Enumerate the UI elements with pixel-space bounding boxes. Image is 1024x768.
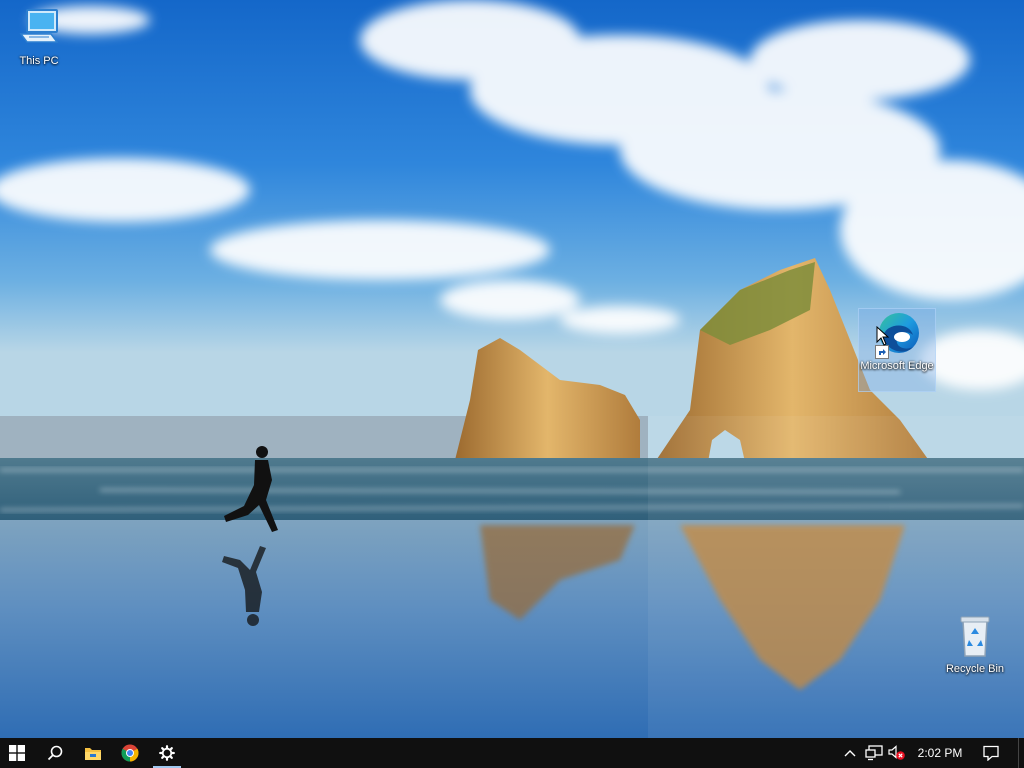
desktop[interactable]: This PC Microsoft Edge Recycle Bin <box>0 0 1024 738</box>
chrome-icon <box>121 744 139 762</box>
desktop-icon-recycle-bin[interactable]: Recycle Bin <box>937 612 1013 676</box>
file-explorer-button[interactable] <box>75 738 111 768</box>
desktop-icon-label: Microsoft Edge <box>860 360 934 372</box>
network-icon <box>865 745 883 761</box>
show-desktop-button[interactable] <box>1018 738 1024 768</box>
action-center-button[interactable] <box>978 738 1004 768</box>
search-button[interactable] <box>37 738 73 768</box>
folder-icon <box>85 747 101 760</box>
shortcut-arrow-icon <box>875 345 889 359</box>
taskbar-clock[interactable]: 2:02 PM <box>912 738 968 768</box>
gear-icon <box>159 745 175 761</box>
windows-logo-icon <box>9 745 25 761</box>
mouse-cursor <box>876 326 890 346</box>
taskbar: 2:02 PM <box>0 738 1024 768</box>
desktop-icon-this-pc[interactable]: This PC <box>1 4 77 68</box>
recycle-bin-icon <box>951 612 999 660</box>
volume-tray-button[interactable] <box>886 738 908 768</box>
computer-icon <box>15 4 63 52</box>
desktop-icon-label: This PC <box>19 55 59 67</box>
desktop-icon-microsoft-edge[interactable]: Microsoft Edge <box>858 308 936 392</box>
chrome-button[interactable] <box>112 738 148 768</box>
desktop-icon-label: Recycle Bin <box>945 663 1005 675</box>
volume-muted-icon <box>888 745 905 760</box>
network-tray-button[interactable] <box>863 738 885 768</box>
show-hidden-icons-button[interactable] <box>840 738 860 768</box>
start-button[interactable] <box>0 738 34 768</box>
search-icon <box>47 745 63 761</box>
chevron-up-icon <box>844 750 856 757</box>
notification-icon <box>983 745 999 761</box>
settings-button[interactable] <box>149 738 185 768</box>
